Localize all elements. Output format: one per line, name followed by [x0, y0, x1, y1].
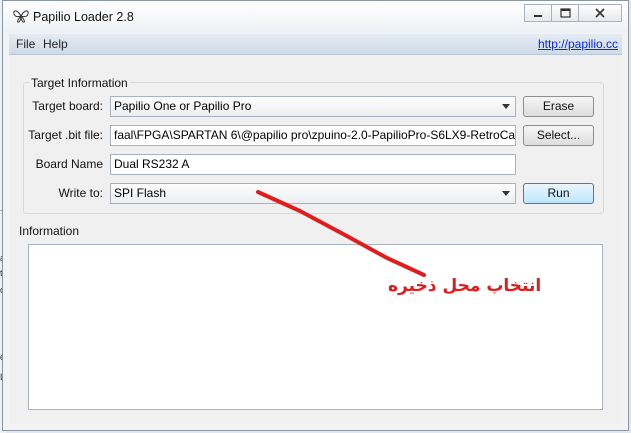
annotation-label: انتخاب محل ذخیره: [388, 276, 542, 296]
annotation-arrow: [256, 190, 426, 277]
